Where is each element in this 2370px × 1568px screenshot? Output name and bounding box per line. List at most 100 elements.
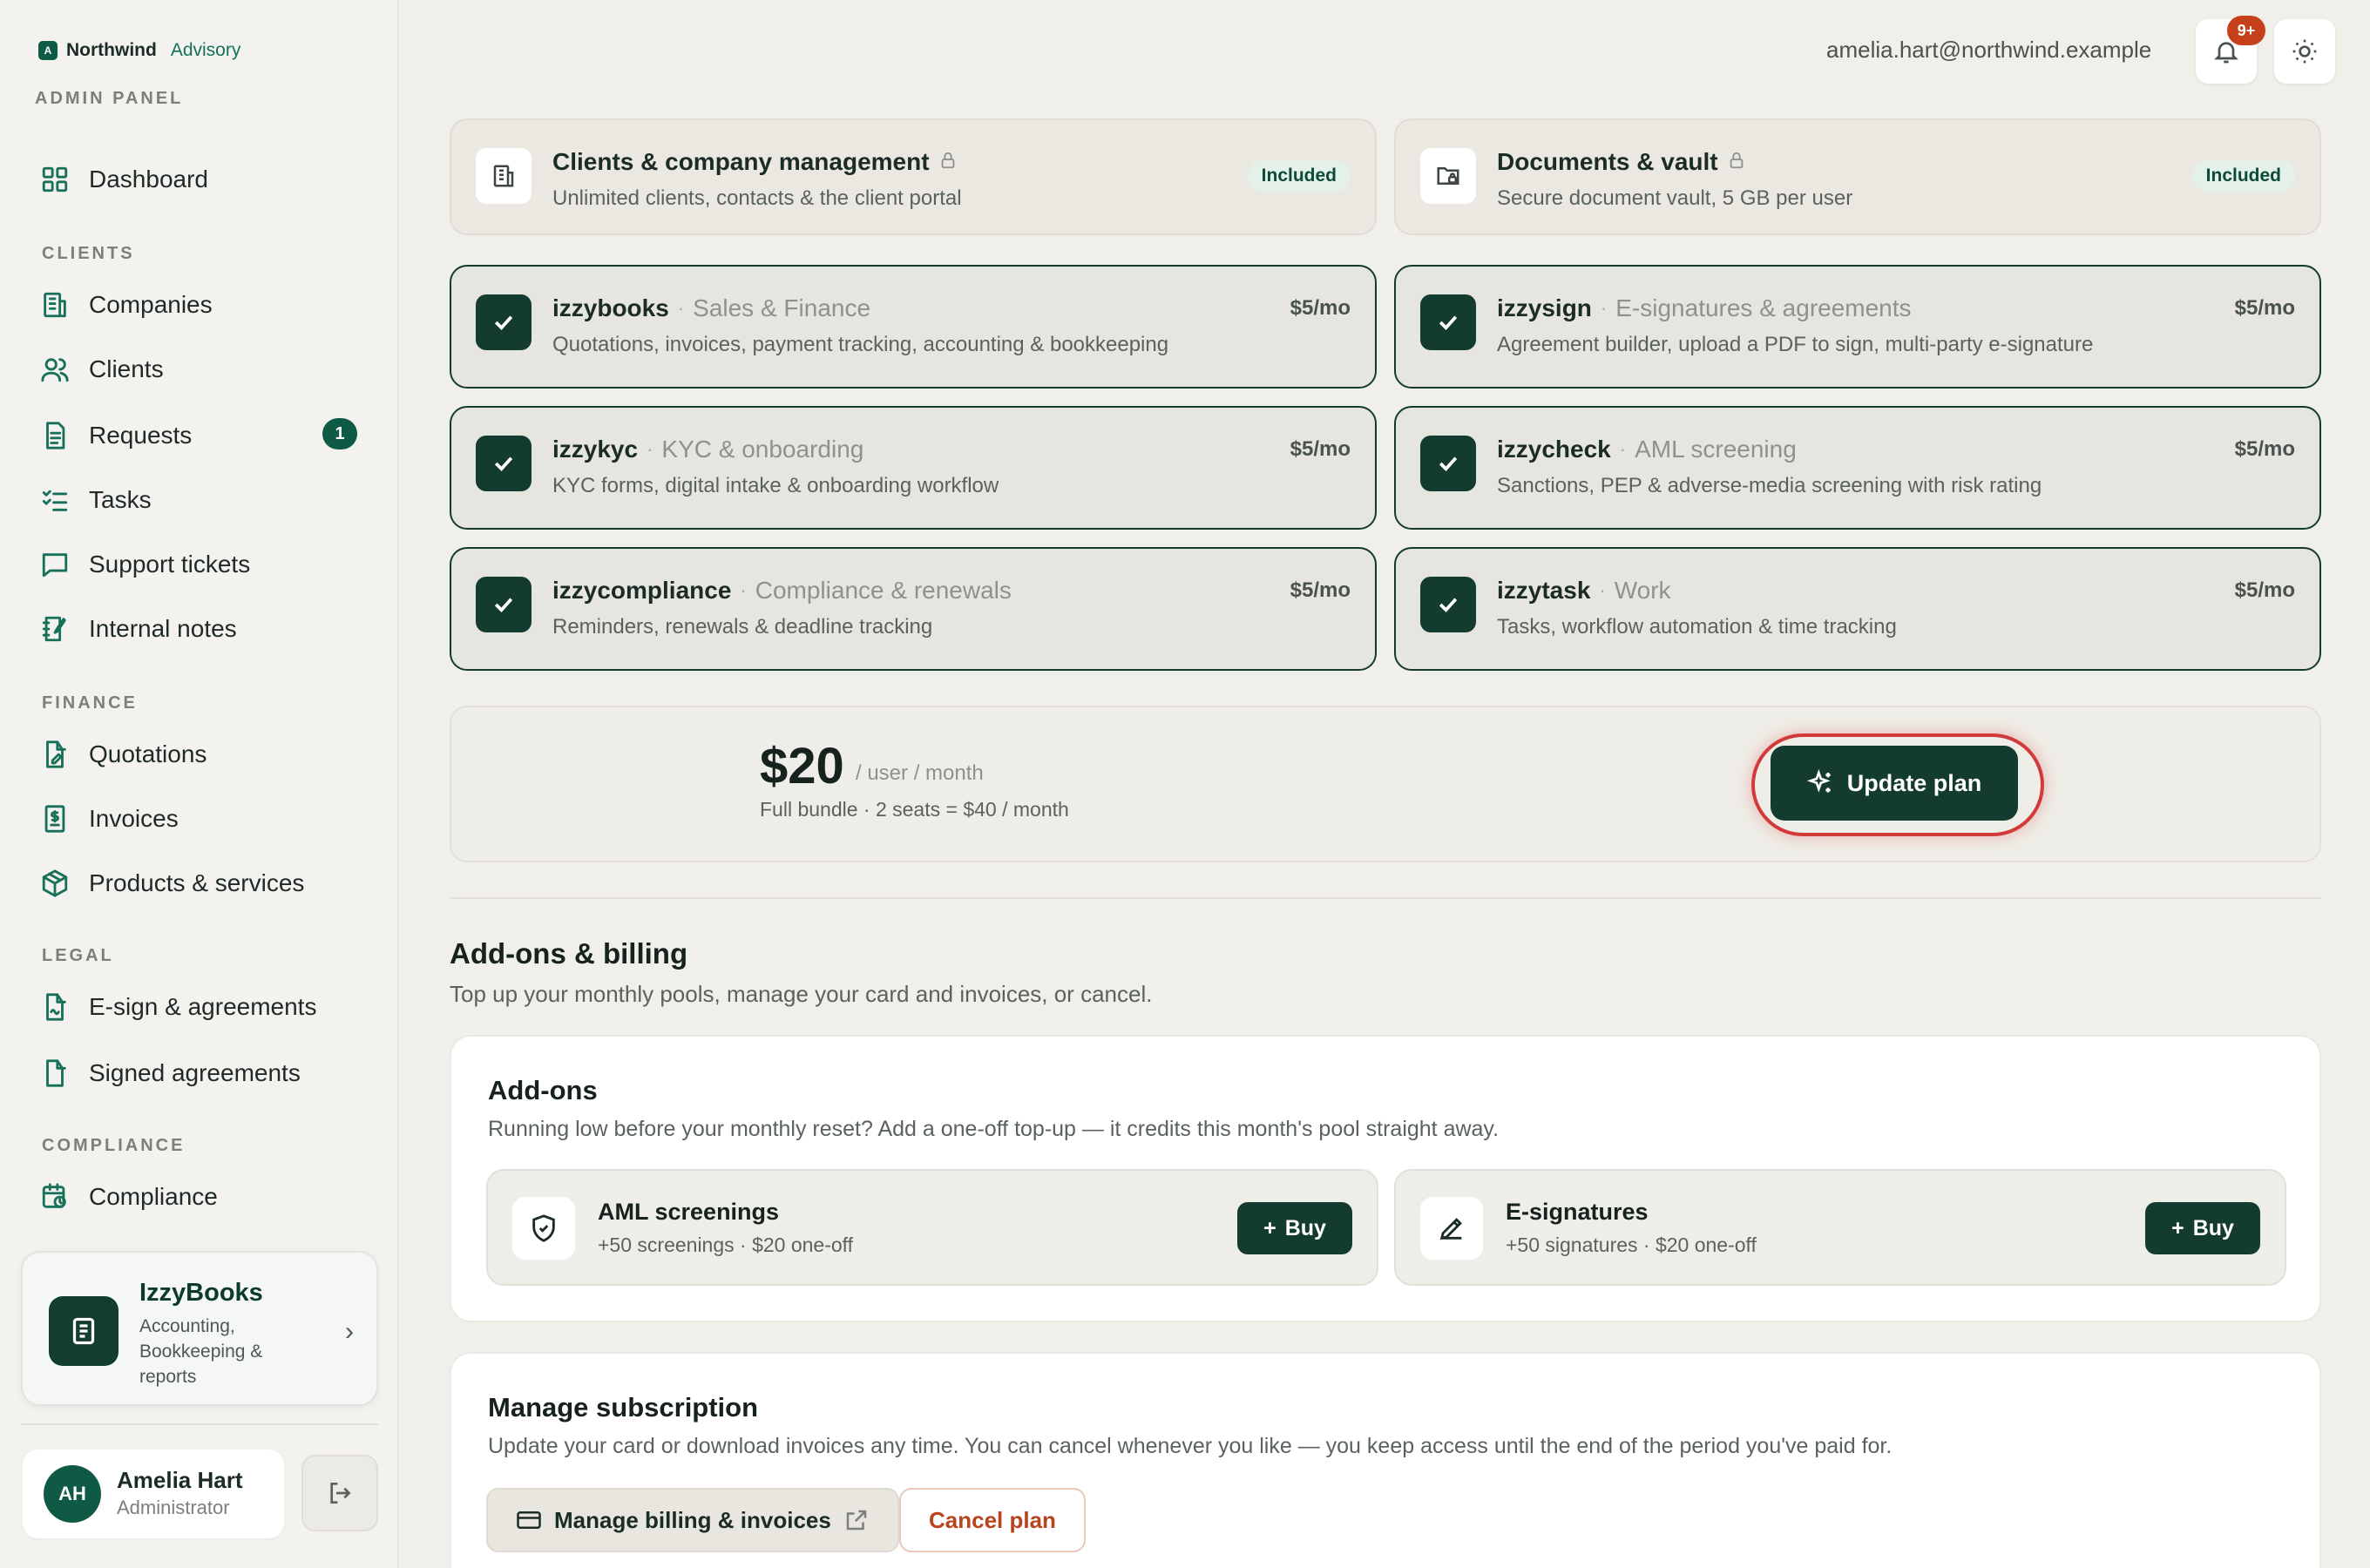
- sidebar-item-label: Compliance: [89, 1183, 218, 1210]
- subscription-panel: Manage subscription Update your card or …: [450, 1352, 2321, 1568]
- sidebar-item-tasks[interactable]: Tasks: [40, 474, 152, 526]
- module-checkbox[interactable]: [476, 577, 532, 632]
- user-email: amelia.hart@northwind.example: [1826, 37, 2152, 63]
- module-name: izzykyc: [552, 436, 639, 463]
- price-period: / user / month: [856, 761, 984, 785]
- addon-description: +50 signatures · $20 one-off: [1506, 1233, 1757, 1256]
- file-signature-icon: [46, 993, 66, 1021]
- module-category: KYC & onboarding: [661, 436, 864, 463]
- module-title-text: Clients & company management: [552, 148, 930, 175]
- module-card-izzytask[interactable]: izzytask · Work Tasks, workflow automati…: [1394, 547, 2321, 671]
- sidebar-item-signed[interactable]: Signed agreements: [40, 1047, 301, 1099]
- file-list-icon: [46, 422, 65, 449]
- notifications-button[interactable]: 9+: [2196, 16, 2265, 84]
- user-card[interactable]: AH Amelia Hart Administrator: [23, 1450, 284, 1538]
- module-checkbox[interactable]: [1420, 436, 1476, 491]
- manage-billing-button[interactable]: Manage billing & invoices: [486, 1488, 899, 1552]
- module-name: izzysign: [1497, 294, 1592, 321]
- plus-icon: +: [2171, 1215, 2184, 1240]
- module-separator: ·: [740, 579, 747, 601]
- module-card-izzycheck[interactable]: izzycheck · AML screening Sanctions, PEP…: [1394, 406, 2321, 530]
- brand[interactable]: A Northwind Advisory: [38, 40, 240, 61]
- module-icon: [476, 148, 532, 204]
- plus-icon: +: [1263, 1215, 1276, 1240]
- included-badge: Included: [1247, 160, 1351, 192]
- check-icon: [494, 456, 513, 471]
- sidebar-item-invoices[interactable]: Invoices: [40, 793, 179, 845]
- module-icon: [1420, 148, 1476, 204]
- module-name: izzytask: [1497, 577, 1591, 604]
- promo-icon: [49, 1296, 118, 1366]
- section-divider: [450, 897, 2321, 899]
- buy-esignatures-button[interactable]: + Buy: [2145, 1202, 2260, 1254]
- file-check-icon: [46, 1059, 66, 1087]
- buy-aml-button[interactable]: + Buy: [1237, 1202, 1352, 1254]
- module-checkbox[interactable]: [476, 436, 532, 491]
- addons-subtitle: Running low before your monthly reset? A…: [488, 1117, 1500, 1141]
- module-checkbox[interactable]: [1420, 577, 1476, 632]
- module-description: Unlimited clients, contacts & the client…: [552, 186, 962, 210]
- module-price: $5/mo: [2234, 437, 2295, 461]
- sidebar-item-requests[interactable]: Requests: [40, 409, 192, 462]
- sidebar-item-dashboard[interactable]: Dashboard: [40, 153, 208, 206]
- addons-panel: Add-ons Running low before your monthly …: [450, 1035, 2321, 1322]
- module-price: $5/mo: [1290, 296, 1351, 320]
- addon-card-aml: AML screenings +50 screenings · $20 one-…: [486, 1169, 1378, 1286]
- dashboard-icon: [42, 166, 68, 193]
- sidebar-item-support[interactable]: Support tickets: [40, 538, 250, 591]
- sidebar-item-compliance[interactable]: Compliance: [40, 1171, 218, 1223]
- sidebar-item-label: Invoices: [89, 805, 179, 832]
- sidebar-item-label: Clients: [89, 355, 164, 382]
- module-card-izzysign[interactable]: izzysign · E-signatures & agreements Agr…: [1394, 265, 2321, 389]
- sidebar-item-label: Dashboard: [89, 166, 208, 193]
- module-card-izzykyc[interactable]: izzykyc · KYC & onboarding KYC forms, di…: [450, 406, 1377, 530]
- module-description: Sanctions, PEP & adverse-media screening…: [1497, 474, 2042, 497]
- nav-section-clients: CLIENTS: [42, 244, 135, 263]
- external-link-icon: [846, 1510, 867, 1531]
- module-title: izzykyc · KYC & onboarding: [552, 436, 863, 463]
- sidebar-item-label: Support tickets: [89, 551, 251, 578]
- module-title: Clients & company management: [552, 148, 958, 176]
- brand-name: Northwind: [66, 40, 157, 60]
- building-icon: [44, 292, 66, 318]
- module-card-izzybooks[interactable]: izzybooks · Sales & Finance Quotations, …: [450, 265, 1377, 389]
- cancel-plan-button[interactable]: Cancel plan: [899, 1488, 1086, 1552]
- izzybooks-promo-card[interactable]: IzzyBooks Accounting, Bookkeeping & repo…: [21, 1251, 378, 1406]
- update-plan-button[interactable]: Update plan: [1771, 746, 2018, 821]
- buy-label: Buy: [2192, 1215, 2234, 1240]
- sidebar-item-companies[interactable]: Companies: [40, 279, 213, 331]
- folder-lock-icon: [1437, 167, 1459, 185]
- sidebar-item-esign[interactable]: E-sign & agreements: [40, 981, 316, 1033]
- sidebar-item-clients[interactable]: Clients: [40, 343, 164, 395]
- addon-title: AML screenings: [598, 1199, 780, 1225]
- notification-badge: 9+: [2227, 16, 2265, 45]
- logout-button[interactable]: [301, 1455, 378, 1531]
- module-category: Sales & Finance: [693, 294, 871, 321]
- theme-toggle-button[interactable]: [2274, 19, 2335, 84]
- included-badge: Included: [2191, 160, 2295, 192]
- module-title-text: Documents & vault: [1497, 148, 1718, 175]
- subscription-title: Manage subscription: [488, 1392, 759, 1423]
- module-checkbox[interactable]: [476, 294, 532, 350]
- sidebar-item-notes[interactable]: Internal notes: [40, 603, 237, 655]
- check-icon: [494, 315, 513, 330]
- check-icon: [1439, 315, 1458, 330]
- module-checkbox[interactable]: [1420, 294, 1476, 350]
- sidebar-item-label: Internal notes: [89, 615, 237, 642]
- book-icon: [72, 1317, 95, 1345]
- addon-card-esignatures: E-signatures +50 signatures · $20 one-of…: [1394, 1169, 2286, 1286]
- price-summary-card: $20 / user / month Full bundle · 2 seats…: [450, 706, 2321, 862]
- sidebar-item-products[interactable]: Products & services: [40, 857, 304, 909]
- sidebar-item-label: Products & services: [89, 869, 305, 896]
- price-amount: $20: [760, 738, 844, 794]
- user-role: Administrator: [117, 1497, 230, 1518]
- addons-billing-title: Add-ons & billing: [450, 937, 688, 970]
- sidebar-item-quotations[interactable]: Quotations: [40, 728, 207, 781]
- sidebar-divider: [21, 1423, 378, 1425]
- module-card-izzycompliance[interactable]: izzycompliance · Compliance & renewals R…: [450, 547, 1377, 671]
- promo-description: Accounting, Bookkeeping & reports: [139, 1316, 263, 1387]
- buy-label: Buy: [1284, 1215, 1326, 1240]
- module-name: izzybooks: [552, 294, 669, 321]
- module-category: Compliance & renewals: [755, 577, 1012, 604]
- message-icon: [42, 553, 68, 578]
